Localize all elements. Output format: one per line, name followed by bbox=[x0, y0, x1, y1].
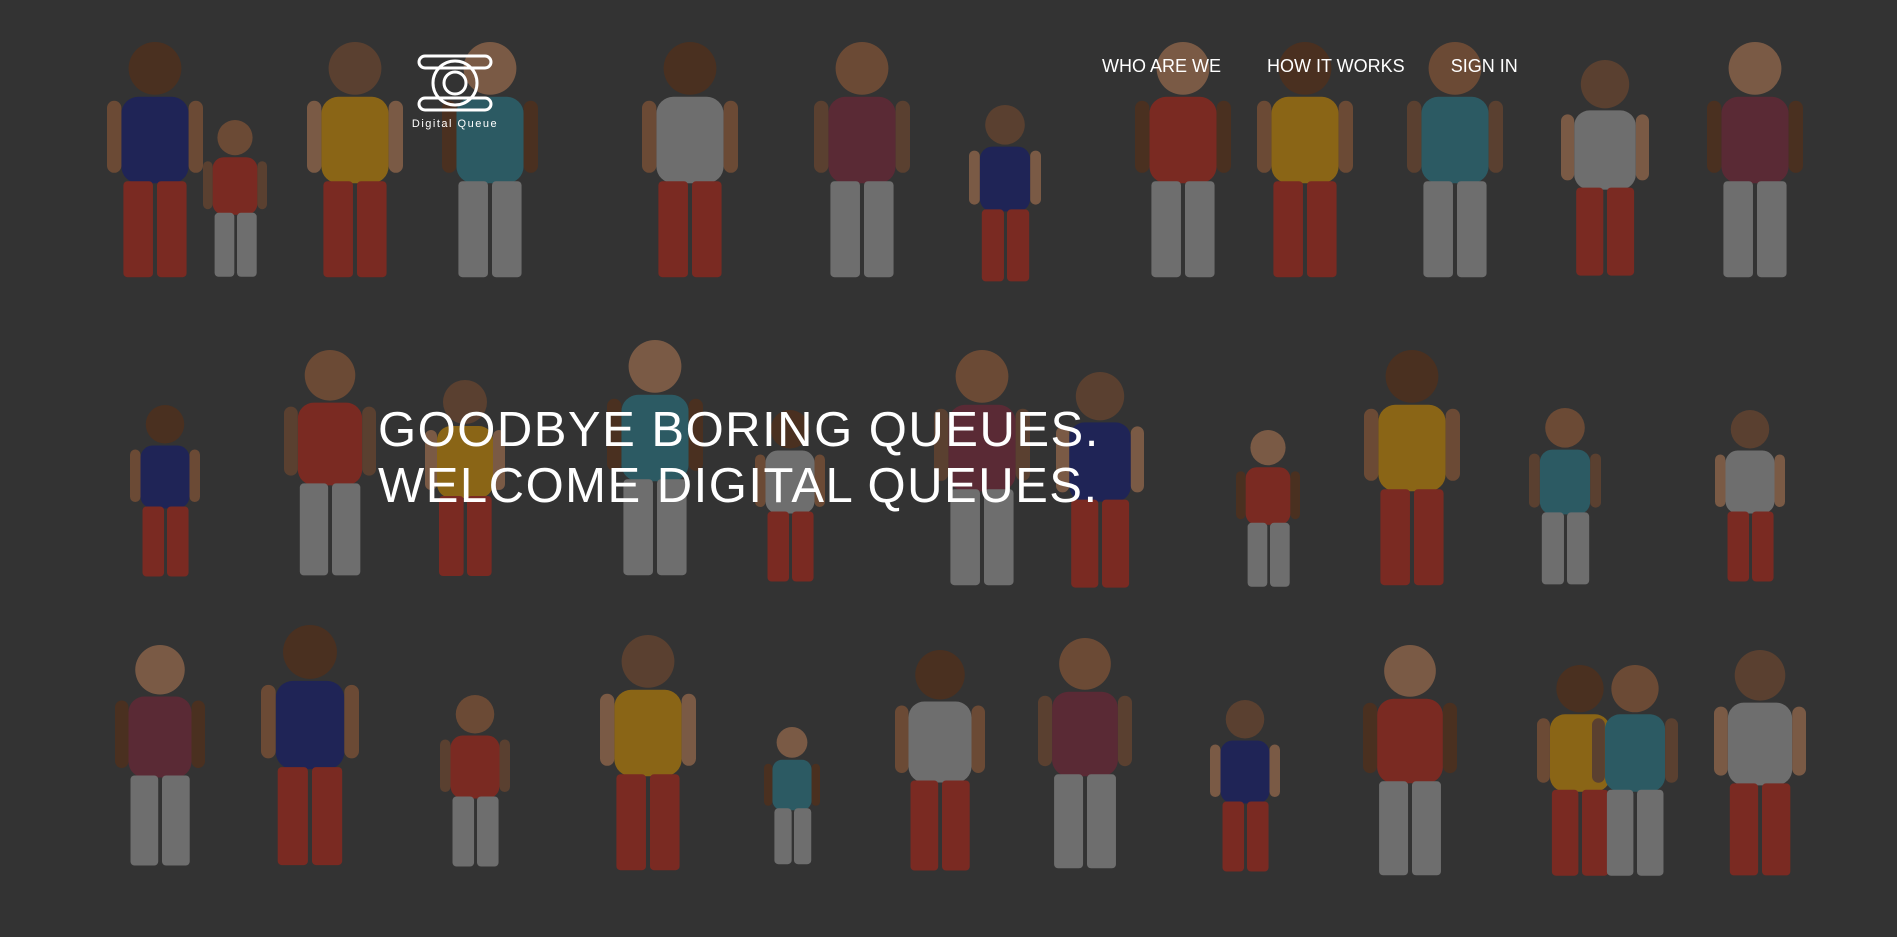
person-illustration bbox=[1707, 42, 1803, 278]
person-illustration bbox=[115, 645, 205, 866]
person-illustration bbox=[1363, 645, 1457, 876]
person-illustration bbox=[1236, 430, 1300, 587]
person-illustration bbox=[1038, 638, 1132, 869]
brand-name: Digital Queue bbox=[411, 118, 499, 130]
person-illustration bbox=[1135, 42, 1231, 278]
nav-who-are-we[interactable]: WHO ARE WE bbox=[1102, 56, 1221, 77]
hero-line-1: GOODBYE BORING QUEUES. bbox=[378, 403, 1100, 457]
person-illustration bbox=[307, 42, 403, 278]
person-illustration bbox=[1561, 59, 1649, 276]
person-illustration bbox=[642, 42, 738, 278]
person-illustration bbox=[1714, 650, 1806, 876]
person-illustration bbox=[1257, 42, 1353, 278]
hero-line-2: WELCOME DIGITAL QUEUES. bbox=[378, 459, 1099, 513]
person-illustration bbox=[1210, 700, 1280, 872]
nav-how-it-works[interactable]: HOW IT WORKS bbox=[1267, 56, 1405, 77]
person-illustration bbox=[1715, 410, 1785, 582]
brand-logo[interactable]: Digital Queue bbox=[405, 50, 505, 130]
person-illustration bbox=[895, 650, 985, 871]
person-illustration bbox=[107, 42, 203, 278]
person-illustration bbox=[1529, 408, 1601, 585]
person-illustration bbox=[600, 635, 696, 871]
person-illustration bbox=[261, 625, 359, 866]
main-nav: WHO ARE WE HOW IT WORKS SIGN IN bbox=[1102, 56, 1564, 77]
person-illustration bbox=[969, 105, 1041, 282]
hero-heading: GOODBYE BORING QUEUES. WELCOME DIGITAL Q… bbox=[378, 402, 1100, 514]
nav-sign-in[interactable]: SIGN IN bbox=[1451, 56, 1518, 77]
person-illustration bbox=[1364, 350, 1460, 586]
person-illustration bbox=[814, 42, 910, 278]
person-illustration bbox=[1407, 42, 1503, 278]
person-illustration bbox=[130, 405, 200, 577]
person-illustration bbox=[284, 350, 376, 576]
person-illustration bbox=[203, 120, 267, 277]
person-illustration bbox=[764, 727, 820, 865]
person-illustration bbox=[440, 695, 510, 867]
queue-loop-logo-icon bbox=[417, 54, 493, 112]
